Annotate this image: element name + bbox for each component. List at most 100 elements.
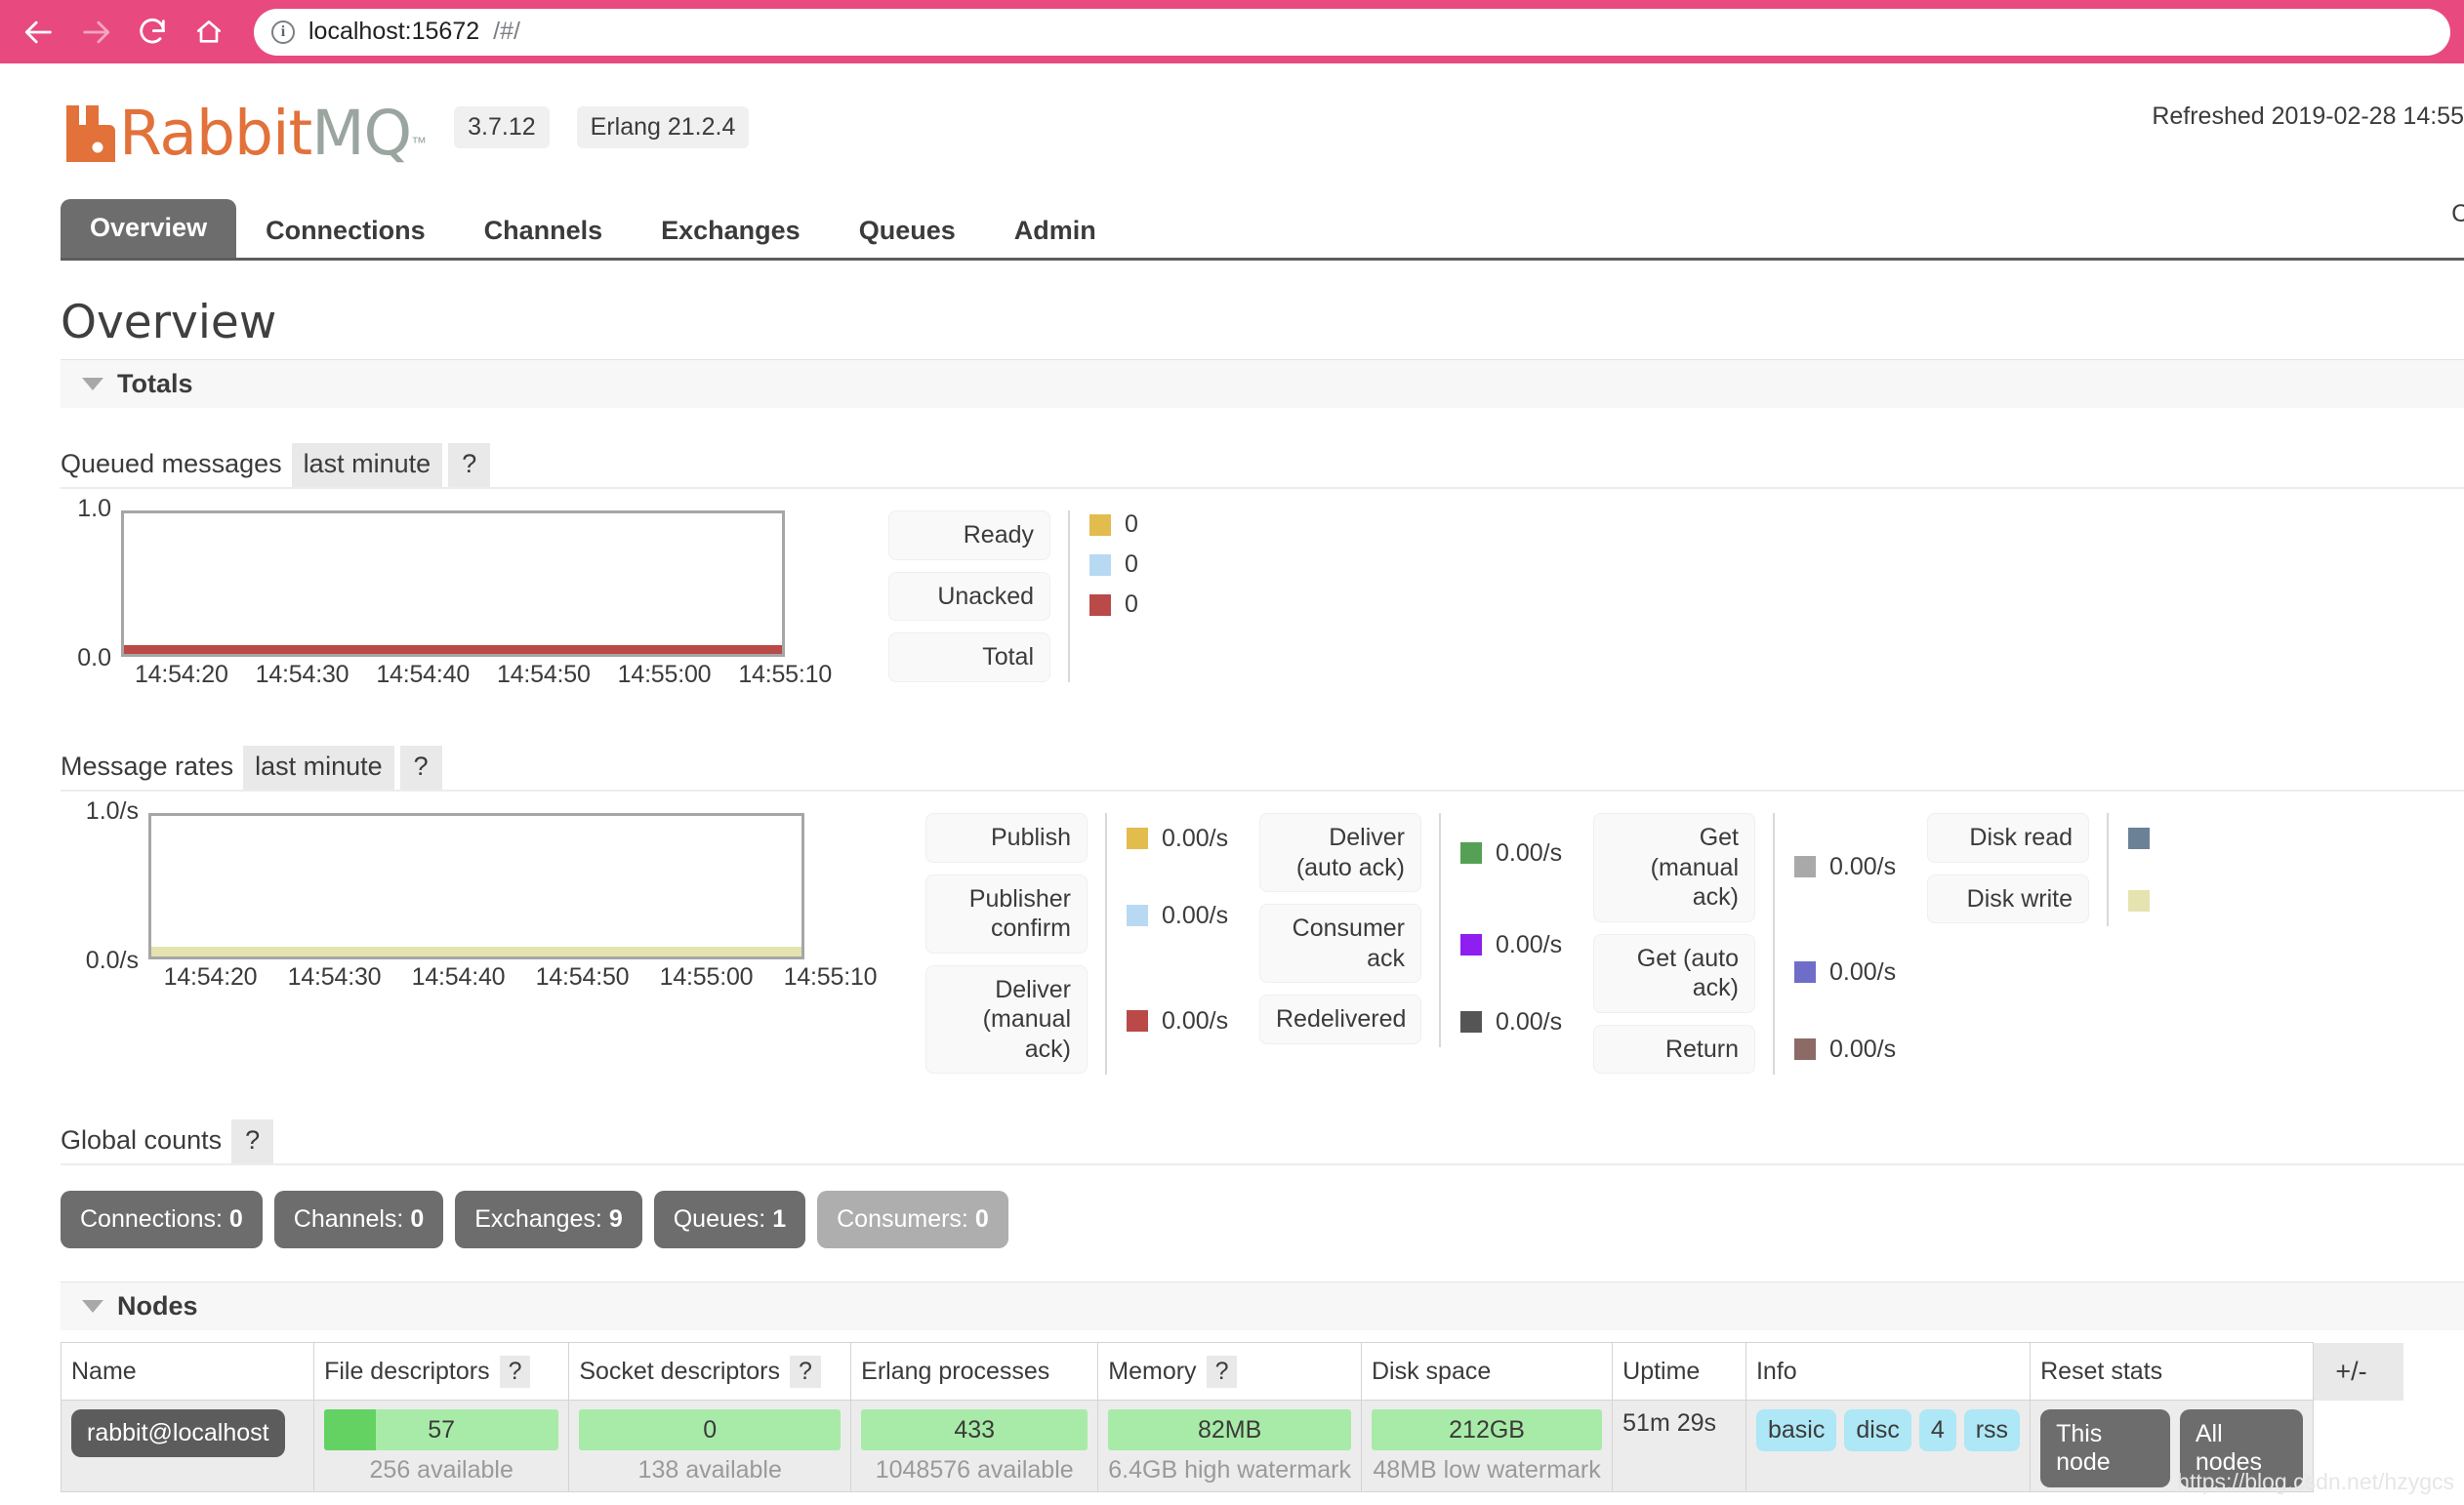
legend-button-disk-write[interactable]: Disk write <box>1927 874 2089 923</box>
legend-button-get-auto-ack[interactable]: Get (auto ack) <box>1593 933 1755 1013</box>
address-bar[interactable]: i localhost:15672 /#/ <box>254 8 2450 56</box>
info-badge-cores[interactable]: 4 <box>1918 1409 1956 1451</box>
message-rates-header: Message rates last minute ? <box>61 746 2464 792</box>
global-count-consumers[interactable]: Consumers: 0 <box>817 1191 1008 1248</box>
toggle-columns-button[interactable]: +/- <box>2323 1350 2379 1393</box>
erlang-processes-bar: 433 <box>861 1409 1088 1450</box>
legend-button-total[interactable]: Total <box>888 632 1050 682</box>
col-uptime[interactable]: Uptime <box>1612 1342 1746 1401</box>
legend-button-deliver-manual-ack[interactable]: Deliver (manual ack) <box>925 964 1088 1074</box>
legend-value-publisher-confirm: 0.00/s <box>1127 875 1252 956</box>
disk-space-value: 212GB <box>1449 1415 1525 1444</box>
legend-value-consumer-ack: 0.00/s <box>1460 905 1585 985</box>
legend-button-unacked[interactable]: Unacked <box>888 571 1050 621</box>
section-nodes-header[interactable]: Nodes <box>61 1281 2464 1330</box>
tab-channels[interactable]: Channels <box>455 204 633 258</box>
refreshed-timestamp: Refreshed 2019-02-28 14:55 <box>2152 102 2464 130</box>
cell-file-descriptors: 57 256 available <box>313 1400 570 1492</box>
info-badge-basic[interactable]: basic <box>1755 1409 1837 1451</box>
global-counts-list: Connections: 0 Channels: 0 Exchanges: 9 … <box>61 1191 2464 1248</box>
rabbitmq-logo[interactable]: RabbitMQ™ <box>61 92 427 164</box>
legend-value-deliver-auto-ack: 0.00/s <box>1460 813 1585 893</box>
collapse-caret-icon[interactable] <box>82 378 103 390</box>
tab-admin[interactable]: Admin <box>985 204 1126 258</box>
col-file-descriptors-help-icon[interactable]: ? <box>499 1355 531 1388</box>
legend-button-disk-read[interactable]: Disk read <box>1927 813 2089 863</box>
col-name-label: Name <box>71 1357 137 1385</box>
global-counts-help-icon[interactable]: ? <box>231 1119 274 1163</box>
global-count-channels[interactable]: Channels: 0 <box>273 1191 444 1248</box>
legend-value-deliver-manual-ack-text: 0.00/s <box>1162 1006 1229 1035</box>
rates-chart-diskwrite-series <box>151 947 801 956</box>
rabbitmq-management-page: RabbitMQ™ 3.7.12 Erlang 21.2.4 Refreshed… <box>0 63 2464 1505</box>
swatch-publish-icon <box>1127 828 1148 849</box>
forward-button[interactable] <box>70 7 121 58</box>
queued-messages-help-icon[interactable]: ? <box>448 443 491 487</box>
col-reset-stats[interactable]: Reset stats <box>2030 1342 2315 1401</box>
col-disk-space[interactable]: Disk space <box>1360 1342 1614 1401</box>
reset-all-nodes-button[interactable]: All nodes <box>2179 1409 2304 1487</box>
reload-button[interactable] <box>127 7 178 58</box>
global-count-exchanges[interactable]: Exchanges: 9 <box>455 1191 642 1248</box>
tab-overview[interactable]: Overview <box>61 199 237 258</box>
col-reset-stats-label: Reset stats <box>2040 1357 2163 1385</box>
x-tick: 14:54:50 <box>496 661 591 688</box>
tab-exchanges[interactable]: Exchanges <box>632 204 830 258</box>
col-info[interactable]: Info <box>1745 1342 2032 1401</box>
legend-button-deliver-auto-ack[interactable]: Deliver (auto ack) <box>1259 813 1421 892</box>
legend-value-ready: 0 <box>1089 510 1244 539</box>
reset-this-node-button[interactable]: This node <box>2040 1409 2170 1487</box>
col-name[interactable]: Name <box>60 1342 315 1401</box>
legend-value-return: 0.00/s <box>1794 1024 1919 1075</box>
col-socket-descriptors-help-icon[interactable]: ? <box>789 1355 821 1388</box>
erlang-processes-available: 1048576 available <box>875 1456 1074 1484</box>
col-socket-descriptors[interactable]: Socket descriptors ? <box>568 1342 852 1401</box>
legend-value-unacked-text: 0 <box>1125 550 1138 578</box>
x-tick: 14:55:10 <box>738 661 833 688</box>
tab-connections[interactable]: Connections <box>236 204 455 258</box>
swatch-total-icon <box>1089 593 1111 616</box>
global-count-queues[interactable]: Queues: 1 <box>653 1191 806 1248</box>
col-file-descriptors[interactable]: File descriptors ? <box>313 1342 570 1401</box>
legend-button-consumer-ack[interactable]: Consumer ack <box>1259 904 1421 983</box>
queued-messages-period-chip[interactable]: last minute <box>291 443 443 487</box>
legend-button-publish[interactable]: Publish <box>925 813 1088 863</box>
collapse-caret-icon[interactable] <box>82 1300 103 1313</box>
cell-info: basic disc 4 rss <box>1745 1400 2032 1492</box>
legend-button-ready[interactable]: Ready <box>888 510 1050 560</box>
message-rates-chart: 1.0/s 0.0/s 14:54:20 14:54:30 14:54:40 1… <box>61 797 892 992</box>
rabbit-logo-icon <box>66 105 115 162</box>
legend-button-get-manual-ack[interactable]: Get (manual ack) <box>1593 813 1755 922</box>
legend-value-get-auto-ack: 0.00/s <box>1794 932 1919 1012</box>
message-rates-period-chip[interactable]: last minute <box>243 746 394 790</box>
cell-uptime: 51m 29s <box>1612 1400 1746 1492</box>
legend-value-get-manual-ack: 0.00/s <box>1794 813 1919 920</box>
info-badge-disc[interactable]: disc <box>1844 1409 1911 1451</box>
site-info-icon[interactable]: i <box>271 20 295 44</box>
legend-button-return[interactable]: Return <box>1593 1024 1755 1074</box>
browser-toolbar: i localhost:15672 /#/ <box>0 0 2464 63</box>
col-memory[interactable]: Memory ? <box>1097 1342 1362 1401</box>
section-totals-label: Totals <box>117 369 193 398</box>
swatch-deliver-auto-ack-icon <box>1460 842 1482 864</box>
legend-button-publisher-confirm[interactable]: Publisher confirm <box>925 874 1088 954</box>
cell-disk-space: 212GB 48MB low watermark <box>1360 1400 1614 1492</box>
home-button[interactable] <box>184 7 234 58</box>
col-memory-help-icon[interactable]: ? <box>1206 1355 1238 1388</box>
tab-queues[interactable]: Queues <box>830 204 985 258</box>
info-badge-rss[interactable]: rss <box>1963 1409 2021 1451</box>
section-totals-header[interactable]: Totals <box>61 359 2464 408</box>
y-tick-bottom: 0.0/s <box>85 947 139 974</box>
node-name-badge[interactable]: rabbit@localhost <box>71 1409 285 1457</box>
global-count-connections[interactable]: Connections: 0 <box>61 1191 263 1248</box>
legend-value-return-text: 0.00/s <box>1829 1035 1897 1063</box>
back-button[interactable] <box>14 7 64 58</box>
col-erlang-processes[interactable]: Erlang processes <box>850 1342 1099 1401</box>
legend-button-redelivered[interactable]: Redelivered <box>1259 995 1421 1044</box>
global-count-exchanges-value: 9 <box>608 1205 623 1233</box>
swatch-publisher-confirm-icon <box>1127 905 1148 926</box>
message-rates-help-icon[interactable]: ? <box>399 746 442 790</box>
legend-value-redelivered: 0.00/s <box>1460 997 1585 1047</box>
global-count-channels-label: Channels: <box>293 1205 404 1233</box>
legend-value-unacked: 0 <box>1089 550 1244 579</box>
